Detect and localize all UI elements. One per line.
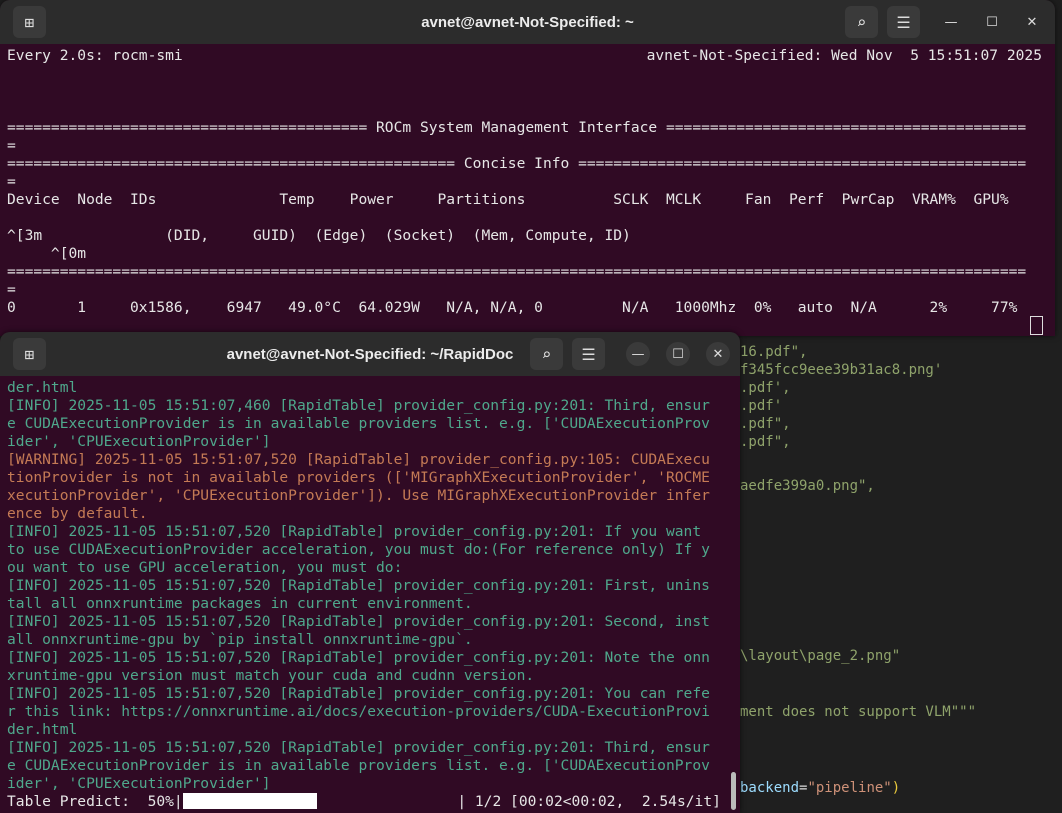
- code-line: f345fcc9eee39b31ac8.png': [740, 362, 943, 378]
- maximize-icon: ☐: [672, 346, 684, 362]
- log-line-info: [INFO] 2025-11-05 15:51:07,520 [RapidTab…: [7, 577, 710, 594]
- new-tab-icon: ⊞: [24, 12, 35, 32]
- title-bar[interactable]: ⊞ avnet@avnet-Not-Specified: ~/RapidDoc …: [0, 332, 740, 376]
- code-token: backend: [740, 780, 800, 796]
- terminal-window-rocm-smi[interactable]: ⊞ avnet@avnet-Not-Specified: ~ ⌕ ☰ — ☐ ✕…: [0, 0, 1055, 336]
- code-token: ): [891, 780, 901, 796]
- progress-stats: | 1/2 [00:02<00:02, 2.54s/it]: [316, 793, 721, 810]
- terminal-output[interactable]: der.html [INFO] 2025-11-05 15:51:07,460 […: [0, 376, 740, 811]
- log-line-info: e CUDAExecutionProvider is in available …: [7, 757, 710, 774]
- log-line-info: ider', 'CPUExecutionProvider']: [7, 433, 271, 450]
- watch-header: Every 2.0s: rocm-smi avnet-Not-Specified:…: [7, 47, 1042, 65]
- log-line-warning: [WARNING] 2025-11-05 15:51:07,520 [Rapid…: [7, 451, 710, 468]
- code-line: .pdf",: [740, 416, 791, 432]
- terminal-line: ========================================…: [7, 263, 1027, 280]
- log-line-info: [INFO] 2025-11-05 15:51:07,460 [RapidTab…: [7, 397, 710, 414]
- background-code-editor: 16.pdf", f345fcc9eee39b31ac8.png' .pdf',…: [740, 330, 1062, 813]
- code-line: ment does not support VLM""": [740, 704, 977, 720]
- log-line-info: e CUDAExecutionProvider is in available …: [7, 415, 710, 432]
- code-line: aedfe399a0.png",: [740, 478, 875, 494]
- progress-bar: [182, 793, 317, 809]
- code-line: \layout\page_2.png": [740, 648, 901, 664]
- code-line: .pdf",: [740, 434, 791, 450]
- log-line-info: r this link: https://onnxruntime.ai/docs…: [7, 703, 710, 720]
- log-line-warning: xecutionProvider', 'CPUExecutionProvider…: [7, 487, 710, 504]
- search-button[interactable]: ⌕: [530, 338, 563, 370]
- maximize-button[interactable]: ☐: [666, 342, 690, 366]
- close-button[interactable]: ✕: [1020, 10, 1044, 34]
- close-icon: ✕: [1026, 14, 1038, 30]
- terminal-line: =: [7, 137, 16, 154]
- maximize-icon: ☐: [986, 14, 998, 30]
- search-icon: ⌕: [856, 12, 867, 32]
- log-line-info: xruntime-gpu version must match your cud…: [7, 667, 535, 684]
- close-button[interactable]: ✕: [706, 342, 730, 366]
- log-line-info: to use CUDAExecutionProvider acceleratio…: [7, 541, 710, 558]
- terminal-window-rapiddoc[interactable]: ⊞ avnet@avnet-Not-Specified: ~/RapidDoc …: [0, 332, 740, 813]
- code-line: 16.pdf",: [740, 344, 808, 360]
- code-line: backend="pipeline"): [740, 780, 900, 796]
- progress-label: Table Predict: 50%|: [7, 793, 183, 810]
- log-line-info: [INFO] 2025-11-05 15:51:07,520 [RapidTab…: [7, 739, 710, 756]
- search-icon: ⌕: [541, 344, 552, 364]
- minimize-icon: —: [944, 14, 958, 30]
- watch-command: Every 2.0s: rocm-smi: [7, 47, 183, 64]
- log-line-info: all onnxruntime-gpu by `pip install onnx…: [7, 631, 473, 648]
- new-tab-button[interactable]: ⊞: [13, 338, 46, 370]
- minimize-button[interactable]: —: [626, 342, 650, 366]
- hamburger-menu-icon: ☰: [581, 344, 596, 364]
- terminal-output[interactable]: Every 2.0s: rocm-smi avnet-Not-Specified:…: [0, 44, 1055, 317]
- log-line-info: der.html: [7, 721, 78, 738]
- log-line-warning: ence by default.: [7, 505, 148, 522]
- log-line-info: [INFO] 2025-11-05 15:51:07,520 [RapidTab…: [7, 613, 710, 630]
- log-line-info: [INFO] 2025-11-05 15:51:07,520 [RapidTab…: [7, 685, 710, 702]
- log-line-info: [INFO] 2025-11-05 15:51:07,520 [RapidTab…: [7, 649, 710, 666]
- menu-button[interactable]: ☰: [572, 338, 605, 370]
- terminal-line: 0 1 0x1586, 6947 49.0°C 64.029W N/A, N/A…: [7, 299, 1018, 316]
- log-line-info: ou want to use GPU acceleration, you mus…: [7, 559, 403, 576]
- minimize-button[interactable]: —: [939, 10, 963, 34]
- code-line: .pdf',: [740, 380, 791, 396]
- terminal-line: ========================================…: [7, 119, 1027, 136]
- watch-host-time: avnet-Not-Specified: Wed Nov 5 15:51:07 …: [646, 47, 1042, 64]
- minimize-icon: —: [631, 346, 645, 362]
- maximize-button[interactable]: ☐: [980, 10, 1004, 34]
- terminal-line: ========================================…: [7, 155, 1027, 172]
- terminal-line: =: [7, 281, 16, 298]
- new-tab-icon: ⊞: [24, 344, 35, 364]
- terminal-cursor: [1030, 316, 1043, 335]
- search-button[interactable]: ⌕: [845, 6, 878, 38]
- hamburger-menu-icon: ☰: [896, 12, 911, 32]
- new-tab-button[interactable]: ⊞: [13, 6, 46, 38]
- title-bar[interactable]: ⊞ avnet@avnet-Not-Specified: ~ ⌕ ☰ — ☐ ✕: [0, 0, 1055, 44]
- progress-line: Table Predict: 50%| | 1/2 [00:02<00:02, …: [7, 793, 740, 811]
- code-line: .pdf': [740, 398, 783, 414]
- scrollbar[interactable]: [731, 772, 736, 810]
- menu-button[interactable]: ☰: [887, 6, 920, 38]
- terminal-line: =: [7, 173, 16, 190]
- log-line-info: der.html: [7, 379, 78, 396]
- code-token: "pipeline": [807, 780, 892, 796]
- log-line-info: tall all onnxruntime packages in current…: [7, 595, 473, 612]
- log-line-info: ider', 'CPUExecutionProvider']: [7, 775, 271, 792]
- terminal-line: ^[0m: [7, 245, 87, 262]
- log-line-info: [INFO] 2025-11-05 15:51:07,520 [RapidTab…: [7, 523, 702, 540]
- log-line-warning: tionProvider is not in available provide…: [7, 469, 710, 486]
- terminal-line: ^[3m (DID, GUID) (Edge) (Socket) (Mem, C…: [7, 227, 631, 244]
- close-icon: ✕: [712, 346, 724, 362]
- terminal-line: Device Node IDs Temp Power Partitions SC…: [7, 191, 1009, 208]
- terminal-lines: ========================================…: [7, 65, 1055, 317]
- terminal-lines: der.html [INFO] 2025-11-05 15:51:07,460 […: [7, 379, 740, 793]
